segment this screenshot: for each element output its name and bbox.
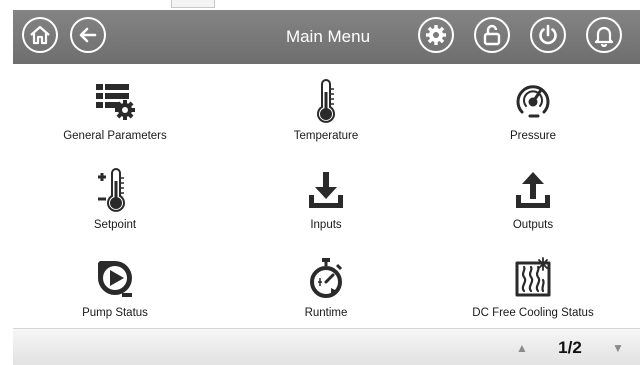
menu-item-runtime[interactable]: Runtime [231,247,421,327]
page-indicator: 1/2 [558,337,582,357]
menu-item-pressure[interactable]: Pressure [438,70,628,150]
pager: ▲ 1/2 ▼ [510,331,630,364]
menu-item-label: Setpoint [93,219,137,231]
setpoint-icon [98,168,125,212]
menu-item-label: Runtime [304,307,348,319]
back-arrow-icon [79,27,97,43]
unlock-icon [483,24,501,46]
top-tab [171,0,215,8]
menu-item-label: Pressure [509,130,557,142]
menu-item-label: General Parameters [63,130,167,142]
header-bar: Main Menu [13,10,640,64]
page-up-button[interactable]: ▲ [510,341,534,355]
unlock-button[interactable] [474,17,510,53]
menu-item-temperature[interactable]: Temperature [231,70,421,150]
menu-item-general-parameters[interactable]: General Parameters [20,70,210,150]
parameters-icon [96,84,135,120]
alarm-button[interactable] [586,17,622,53]
menu-item-dc-free-cooling-status[interactable]: DC Free Cooling Status [438,247,628,327]
menu-item-pump-status[interactable]: Pump Status [20,247,210,327]
menu-item-label: Inputs [310,219,342,231]
menu-item-inputs[interactable]: Inputs [231,159,421,239]
menu-item-label: DC Free Cooling Status [472,307,594,319]
menu-item-outputs[interactable]: Outputs [438,159,628,239]
menu-item-label: Outputs [512,219,554,231]
settings-button[interactable] [418,17,454,53]
pressure-gauge-icon [516,85,550,118]
footer-bar: ▲ 1/2 ▼ [13,328,640,365]
free-cooling-icon [515,257,551,297]
pump-icon [98,261,132,297]
menu-item-label: Pump Status [82,307,148,319]
page-down-button[interactable]: ▼ [606,341,630,355]
menu-grid: General Parameters Temperature Pressure [13,64,640,328]
thermometer-icon [317,79,335,123]
bell-icon [594,26,614,47]
gear-icon [426,25,446,45]
power-button[interactable] [530,17,566,53]
menu-item-setpoint[interactable]: Setpoint [20,159,210,239]
download-icon [309,172,343,208]
stopwatch-icon [310,258,343,298]
home-icon [30,25,50,45]
home-button[interactable] [22,17,58,53]
power-icon [539,24,557,45]
page-title: Main Menu [285,27,371,46]
upload-icon [516,172,550,208]
menu-item-label: Temperature [293,130,359,142]
back-button[interactable] [70,17,106,53]
